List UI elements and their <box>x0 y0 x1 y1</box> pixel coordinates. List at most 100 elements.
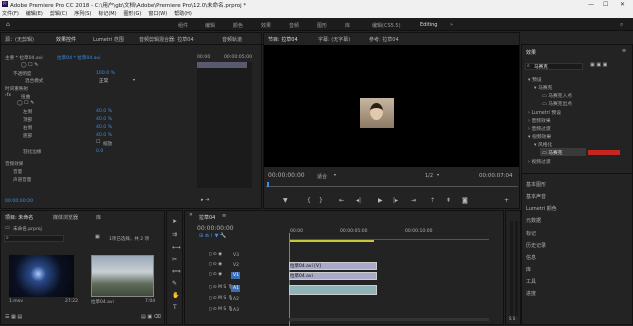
accelerated-effects-icon[interactable]: ▣ ▣ ▣ <box>590 63 607 68</box>
timeline-timecode[interactable]: 00:00:00:00 <box>197 225 234 232</box>
side-panel-item[interactable]: 信息 <box>526 254 536 261</box>
mark-out-icon[interactable]: } <box>319 198 323 204</box>
program-quality-select[interactable]: 1/2 <box>425 173 433 179</box>
step-forward-icon[interactable]: |▸ <box>393 198 398 204</box>
track-lock-icon[interactable]: ▯ ⊙ M S 🎙 <box>209 296 233 302</box>
mask-tools-icon[interactable]: ◯ ☐ ✎ <box>17 101 34 106</box>
close-icon[interactable]: ✕ <box>620 1 625 8</box>
side-panel-item[interactable]: 标记 <box>526 230 536 237</box>
ec-mini-timeline[interactable] <box>197 62 252 188</box>
ellipse-mask-icon[interactable]: ◯ ☐ ✎ <box>21 63 38 68</box>
razor-tool-icon[interactable]: ✂ <box>172 257 177 263</box>
ec-header-clip[interactable]: 拉草04 * 拉草04.avi <box>57 55 101 61</box>
lift-icon[interactable]: ⇡ <box>430 198 435 204</box>
side-panel-item[interactable]: 基本图形 <box>526 181 546 188</box>
ec-row-value[interactable]: 40.0 % <box>96 117 112 122</box>
tab-libraries[interactable]: 库 <box>96 214 101 221</box>
tab-project[interactable]: 项目: 未命名 <box>5 214 33 221</box>
snap-icon[interactable]: ⊞ ⋒ ⌇ ▼ 🔧 <box>199 234 226 239</box>
go-to-out-icon[interactable]: ⇥ <box>411 198 416 204</box>
menu-sequence[interactable]: 序列(S) <box>74 10 91 17</box>
chevron-down-icon[interactable]: ▾ <box>334 173 336 177</box>
ec-row-value[interactable]: 40.0 % <box>96 133 112 138</box>
workspace-tab[interactable]: 音频 <box>289 22 299 29</box>
workspace-tab[interactable]: 编辑 <box>205 22 215 29</box>
extract-icon[interactable]: ⇞ <box>446 198 451 204</box>
timeline-clip-a1[interactable] <box>289 285 377 295</box>
type-tool-icon[interactable]: T <box>173 305 177 311</box>
menu-edit[interactable]: 编辑(E) <box>26 10 43 17</box>
tab-captions[interactable]: 字幕: (无字幕) <box>318 36 350 43</box>
menu-window[interactable]: 窗口(W) <box>148 10 167 17</box>
program-video-canvas[interactable] <box>264 45 519 167</box>
effects-tree-item[interactable]: › Lumetri 预设 <box>528 109 561 116</box>
workspace-tab[interactable]: 图形 <box>317 22 327 29</box>
ripple-edit-tool-icon[interactable]: ⟷ <box>172 245 181 251</box>
tab-media-browser[interactable]: 媒体浏览器 <box>53 214 78 221</box>
program-timecode[interactable]: 00:00:00:00 <box>268 172 305 179</box>
chevron-down-icon[interactable]: ▾ <box>133 78 135 82</box>
export-frame-icon[interactable]: ◙ <box>462 198 468 204</box>
effects-tree-item[interactable]: ▾ 马赛克 <box>534 84 552 91</box>
audio-track-label[interactable]: A3 <box>233 308 239 313</box>
hand-tool-icon[interactable]: ✋ <box>172 293 179 299</box>
timeline-clip-v2[interactable]: 拉草04.avi [V] <box>289 262 377 270</box>
menu-help[interactable]: 帮助(H) <box>174 10 192 17</box>
tab-lumetri-scopes[interactable]: Lumetri 范围 <box>93 36 124 43</box>
step-back-icon[interactable]: ◂| <box>356 198 361 204</box>
maximize-icon[interactable]: ☐ <box>603 1 608 8</box>
workspace-tab[interactable]: 库 <box>345 22 350 29</box>
effects-tree-item[interactable]: ▾ 预设 <box>528 76 542 83</box>
panel-menu-icon[interactable]: ≡ <box>222 214 226 219</box>
effects-tree-item[interactable]: › 音频过渡 <box>528 125 551 132</box>
effects-tree-item[interactable]: ▭ 马赛克出点 <box>542 100 572 107</box>
ec-row-value[interactable]: 40.0 % <box>96 109 112 114</box>
tab-source[interactable]: 源：(无剪辑) <box>5 36 34 43</box>
workspace-overflow-icon[interactable]: » <box>450 22 453 28</box>
workspace-tab-active[interactable]: Editing <box>420 22 437 28</box>
effects-tree-item[interactable]: ▭ 马赛克入点 <box>542 92 572 99</box>
workspace-tab[interactable]: 效果 <box>261 22 271 29</box>
menu-file[interactable]: 文件(F) <box>2 10 19 17</box>
side-panel-item[interactable]: Lumetri 颜色 <box>526 205 557 212</box>
play-icon[interactable]: ▶ <box>378 198 383 204</box>
effects-tree-item-selected[interactable]: ▭ 马赛克 <box>542 149 562 156</box>
selection-tool-icon[interactable]: ➤ <box>172 219 177 225</box>
add-button-icon[interactable]: + <box>504 198 509 204</box>
mark-in-icon[interactable]: { <box>307 198 311 204</box>
side-panel-item[interactable]: 工具 <box>526 278 536 285</box>
ec-row-value[interactable]: 0.0 <box>96 149 103 154</box>
chevron-down-icon[interactable]: ▾ <box>437 173 439 177</box>
program-scrubber[interactable] <box>266 184 518 187</box>
playhead-marker-icon[interactable] <box>267 182 269 187</box>
ec-row-value[interactable]: 40.0 % <box>96 125 112 130</box>
menu-graphics[interactable]: 图形(G) <box>124 10 142 17</box>
effects-tree-item[interactable]: › 视频过渡 <box>528 158 551 165</box>
side-panel-item[interactable]: 历史记录 <box>526 242 546 249</box>
track-lock-icon[interactable]: ▯ ⊙ M S 🎙 <box>209 307 233 313</box>
side-panel-item[interactable]: 库 <box>526 266 531 273</box>
ec-row-value[interactable]: 100.0 % <box>96 71 115 76</box>
solo-icon[interactable]: S S <box>509 317 515 321</box>
tab-program[interactable]: 节目: 拉草04 <box>268 36 298 43</box>
panel-menu-icon[interactable]: ≡ <box>622 49 626 54</box>
tab-audio-clip-mixer[interactable]: 音频剪辑混合器: 拉草04 <box>139 36 194 43</box>
new-item-icon[interactable]: ▤ ▣ ⌫ <box>141 315 161 320</box>
tab-sequence[interactable]: 拉草04 <box>199 214 215 221</box>
close-icon[interactable]: ✕ <box>189 213 193 219</box>
menu-marker[interactable]: 标记(M) <box>98 10 116 17</box>
minimize-icon[interactable]: — <box>588 1 594 8</box>
timeline-zoom-scrollbar[interactable] <box>289 318 489 321</box>
video-track-label[interactable]: V3 <box>233 253 239 258</box>
tab-effects[interactable]: 效果 <box>526 49 536 56</box>
pen-tool-icon[interactable]: ✎ <box>172 281 177 287</box>
project-item-thumbnail[interactable] <box>9 255 74 297</box>
track-lock-icon[interactable]: ▯ ⊙ ◉ <box>209 272 222 278</box>
track-lock-icon[interactable]: ▯ ⊙ ◉ <box>209 252 222 258</box>
track-lock-icon[interactable]: ▯ ⊙ M S 🎙 <box>209 285 233 291</box>
effects-tree-item[interactable]: ▾ 视频效果 <box>528 133 551 140</box>
audio-track-label[interactable]: A1 <box>233 286 239 291</box>
workspace-tab[interactable]: 颜色 <box>233 22 243 29</box>
project-item-thumbnail-selected[interactable] <box>91 255 154 297</box>
side-panel-item[interactable]: 基本声音 <box>526 193 546 200</box>
